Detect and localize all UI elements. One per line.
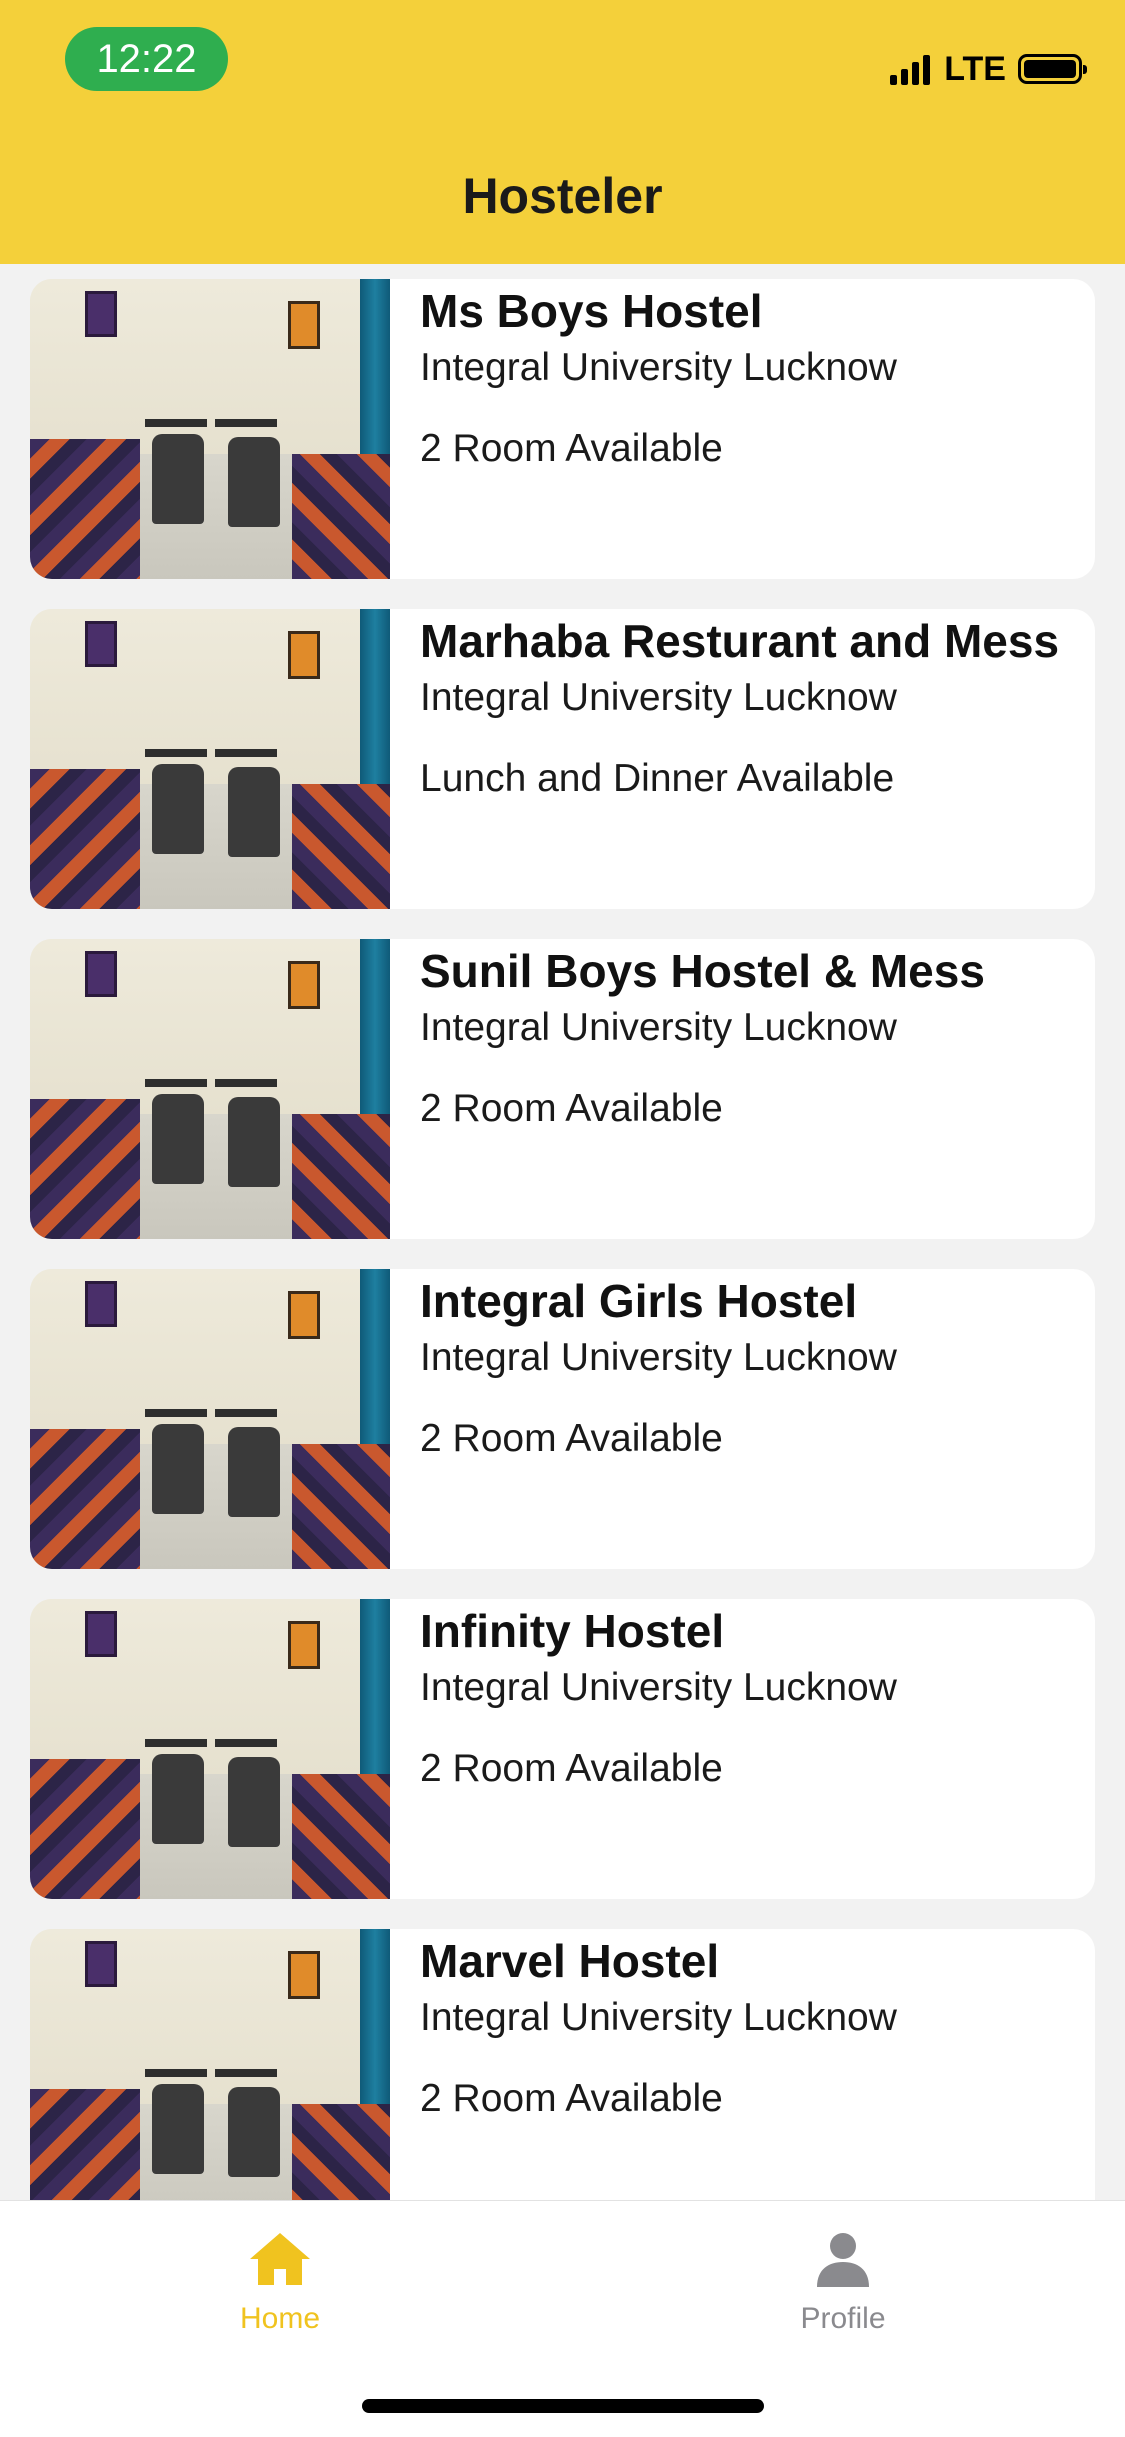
hostel-location: Integral University Lucknow: [420, 1006, 897, 1049]
hostel-location: Integral University Lucknow: [420, 346, 897, 389]
person-icon: [817, 2233, 869, 2287]
hostel-availability: 2 Room Available: [420, 427, 723, 470]
hostel-card[interactable]: Marvel Hostel Integral University Luckno…: [30, 1929, 1095, 2200]
home-icon: [250, 2233, 310, 2285]
hostel-card[interactable]: Marhaba Resturant and Mess Integral Univ…: [30, 609, 1095, 909]
page-title: Hosteler: [462, 168, 663, 224]
hostel-card[interactable]: Ms Boys Hostel Integral University Luckn…: [30, 279, 1095, 579]
app-header: 12:22 LTE Hosteler: [0, 0, 1125, 264]
hostel-availability: Lunch and Dinner Available: [420, 757, 895, 800]
hostel-location: Integral University Lucknow: [420, 1336, 897, 1379]
hostel-name: Marvel Hostel: [420, 1935, 720, 1987]
hostel-list[interactable]: Ms Boys Hostel Integral University Luckn…: [0, 264, 1125, 2200]
hostel-photo: [30, 939, 390, 1239]
signal-strength-icon: [890, 53, 934, 85]
hostel-card[interactable]: Infinity Hostel Integral University Luck…: [30, 1599, 1095, 1899]
hostel-availability: 2 Room Available: [420, 1087, 723, 1130]
hostel-photo: [30, 1929, 390, 2200]
tab-home[interactable]: Home: [130, 2221, 430, 2351]
battery-icon: [1018, 54, 1087, 84]
status-indicators: LTE: [890, 48, 1087, 90]
network-type: LTE: [944, 49, 1006, 88]
status-time: 12:22: [65, 27, 228, 91]
hostel-availability: 2 Room Available: [420, 1417, 723, 1460]
hostel-photo: [30, 279, 390, 579]
hostel-availability: 2 Room Available: [420, 1747, 723, 1790]
hostel-name: Infinity Hostel: [420, 1605, 725, 1657]
tab-profile-label: Profile: [800, 2302, 886, 2335]
hostel-location: Integral University Lucknow: [420, 1666, 897, 1709]
hostel-photo: [30, 609, 390, 909]
home-indicator[interactable]: [362, 2399, 764, 2413]
hostel-card[interactable]: Integral Girls Hostel Integral Universit…: [30, 1269, 1095, 1569]
hostel-location: Integral University Lucknow: [420, 1996, 897, 2039]
hostel-name: Marhaba Resturant and Mess: [420, 615, 1060, 667]
tab-home-label: Home: [239, 2302, 321, 2335]
hostel-name: Integral Girls Hostel: [420, 1275, 858, 1327]
hostel-photo: [30, 1269, 390, 1569]
hostel-location: Integral University Lucknow: [420, 676, 897, 719]
hostel-name: Sunil Boys Hostel & Mess: [420, 945, 985, 997]
tab-profile[interactable]: Profile: [693, 2221, 993, 2351]
hostel-photo: [30, 1599, 390, 1899]
hostel-name: Ms Boys Hostel: [420, 285, 763, 337]
hostel-card[interactable]: Sunil Boys Hostel & Mess Integral Univer…: [30, 939, 1095, 1239]
hostel-availability: 2 Room Available: [420, 2077, 723, 2120]
